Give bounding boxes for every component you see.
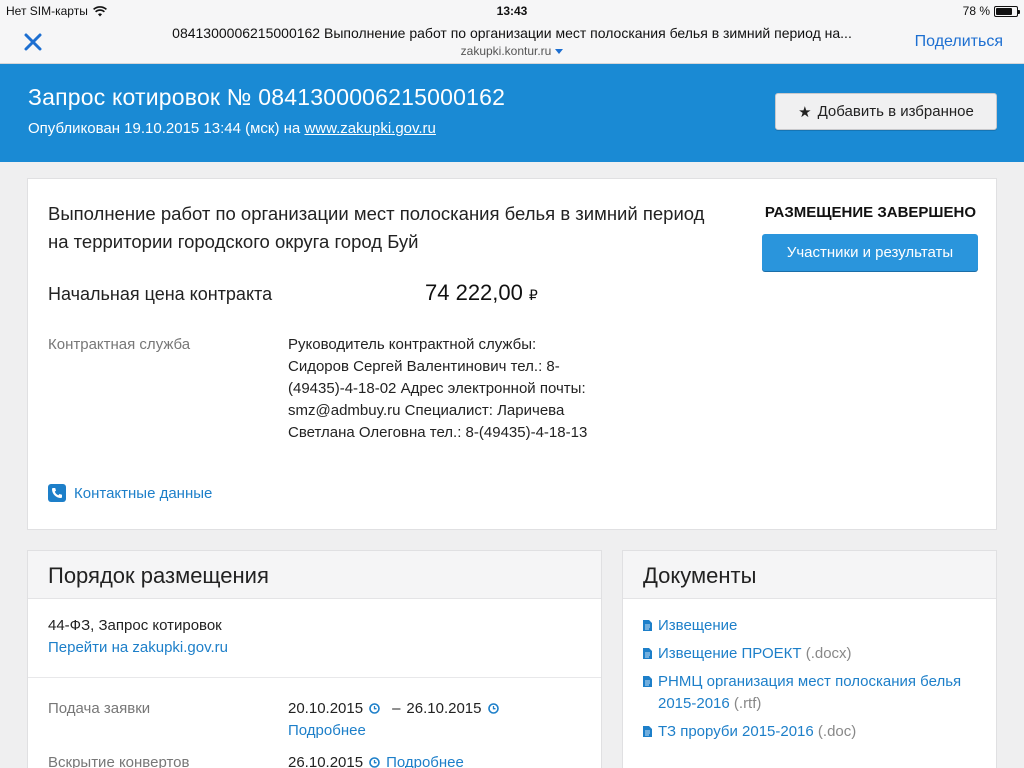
document-link[interactable]: Извещение bbox=[658, 617, 737, 634]
browser-page-title: 0841300006215000162 Выполнение работ по … bbox=[172, 25, 852, 41]
document-ext: (.doc) bbox=[813, 723, 857, 740]
document-icon bbox=[643, 648, 652, 659]
submission-to: 26.10.2015 bbox=[406, 700, 482, 717]
clock-icon bbox=[369, 703, 380, 714]
published-text: Опубликован 19.10.2015 13:44 (мск) на bbox=[28, 120, 305, 137]
add-favorite-button[interactable]: ★ Добавить в избранное bbox=[775, 93, 997, 130]
document-link[interactable]: РНМЦ организация мест полоскания белья 2… bbox=[658, 673, 961, 712]
phone-icon bbox=[48, 484, 66, 502]
documents-heading: Документы bbox=[623, 551, 996, 599]
chevron-down-icon bbox=[555, 49, 564, 55]
document-icon bbox=[643, 620, 652, 631]
submission-from: 20.10.2015 bbox=[288, 700, 364, 717]
document-item: Извещение ПРОЕКТ (.docx) bbox=[643, 643, 963, 665]
goto-zakupki-link[interactable]: Перейти на zakupki.gov.ru bbox=[48, 639, 228, 656]
close-icon[interactable] bbox=[20, 29, 46, 55]
domain-label: zakupki.kontur.ru bbox=[460, 44, 552, 58]
price-amount: 74 222,00 bbox=[425, 280, 523, 305]
contacts-label: Контактные данные bbox=[74, 484, 213, 502]
participants-results-button[interactable]: Участники и результаты bbox=[762, 234, 978, 271]
opening-date-row: 26.10.2015 Подробнее bbox=[288, 754, 464, 768]
submission-more-link[interactable]: Подробнее bbox=[288, 722, 366, 739]
submission-dates: 20.10.2015 – 26.10.2015 bbox=[288, 700, 499, 717]
share-button[interactable]: Поделиться bbox=[915, 33, 1003, 51]
procedure-card: Порядок размещения 44-ФЗ, Запрос котиров… bbox=[27, 550, 602, 768]
status-badge: РАЗМЕЩЕНИЕ ЗАВЕРШЕНО bbox=[764, 204, 976, 221]
browser-title-area[interactable]: 0841300006215000162 Выполнение работ по … bbox=[140, 25, 884, 58]
document-item: ТЗ проруби 2015-2016 (.doc) bbox=[643, 721, 963, 743]
currency-sign: ₽ bbox=[528, 287, 538, 303]
battery-icon bbox=[994, 5, 1020, 17]
zakupki-link[interactable]: www.zakupki.gov.ru bbox=[304, 120, 435, 137]
contacts-link[interactable]: Контактные данные bbox=[48, 484, 212, 502]
status-bar: Нет SIM-карты 13:43 78 % bbox=[0, 0, 1024, 22]
battery-percent: 78 % bbox=[962, 4, 990, 18]
submission-label: Подача заявки bbox=[48, 700, 151, 717]
procedure-law: 44-ФЗ, Запрос котировок bbox=[48, 617, 222, 634]
document-icon bbox=[643, 726, 652, 737]
document-icon bbox=[643, 676, 652, 687]
document-item: Извещение bbox=[643, 615, 963, 637]
document-link[interactable]: ТЗ проруби 2015-2016 bbox=[658, 723, 814, 740]
browser-domain: zakupki.kontur.ru bbox=[140, 44, 884, 58]
contract-service-label: Контрактная служба bbox=[48, 336, 191, 353]
published-info: Опубликован 19.10.2015 13:44 (мск) на ww… bbox=[28, 120, 436, 137]
clock-icon bbox=[487, 703, 499, 714]
date-dash: – bbox=[392, 700, 401, 717]
price-label: Начальная цена контракта bbox=[48, 284, 273, 304]
opening-date: 26.10.2015 bbox=[288, 754, 364, 768]
price-value: 74 222,00 ₽ bbox=[425, 280, 538, 306]
opening-label: Вскрытие конвертов bbox=[48, 754, 190, 768]
documents-card: Документы Извещение Извещение ПРОЕКТ (.d… bbox=[622, 550, 997, 768]
documents-list: Извещение Извещение ПРОЕКТ (.docx) РНМЦ … bbox=[643, 615, 963, 749]
document-link[interactable]: Извещение ПРОЕКТ bbox=[658, 645, 802, 662]
lot-title: Выполнение работ по организации мест пол… bbox=[48, 203, 705, 252]
add-favorite-label: Добавить в избранное bbox=[817, 103, 974, 120]
clock: 13:43 bbox=[496, 4, 528, 18]
procedure-heading: Порядок размещения bbox=[28, 551, 601, 599]
lot-card: Выполнение работ по организации мест пол… bbox=[27, 178, 997, 530]
contract-service-value: Руководитель контрактной службы: Сидоров… bbox=[288, 336, 588, 441]
opening-more-link[interactable]: Подробнее bbox=[386, 754, 464, 768]
header-banner: Запрос котировок № 0841300006215000162 О… bbox=[0, 64, 1024, 162]
submission-more: Подробнее bbox=[288, 722, 366, 739]
battery-info: 78 % bbox=[962, 4, 1020, 18]
page-title: Запрос котировок № 0841300006215000162 bbox=[28, 84, 506, 110]
document-ext: (.docx) bbox=[801, 645, 852, 662]
clock-icon bbox=[369, 757, 380, 768]
browser-navbar: 0841300006215000162 Выполнение работ по … bbox=[0, 22, 1024, 64]
document-ext: (.rtf) bbox=[729, 695, 762, 712]
star-icon: ★ bbox=[798, 103, 812, 121]
divider bbox=[28, 677, 601, 678]
document-item: РНМЦ организация мест полоскания белья 2… bbox=[643, 671, 963, 715]
